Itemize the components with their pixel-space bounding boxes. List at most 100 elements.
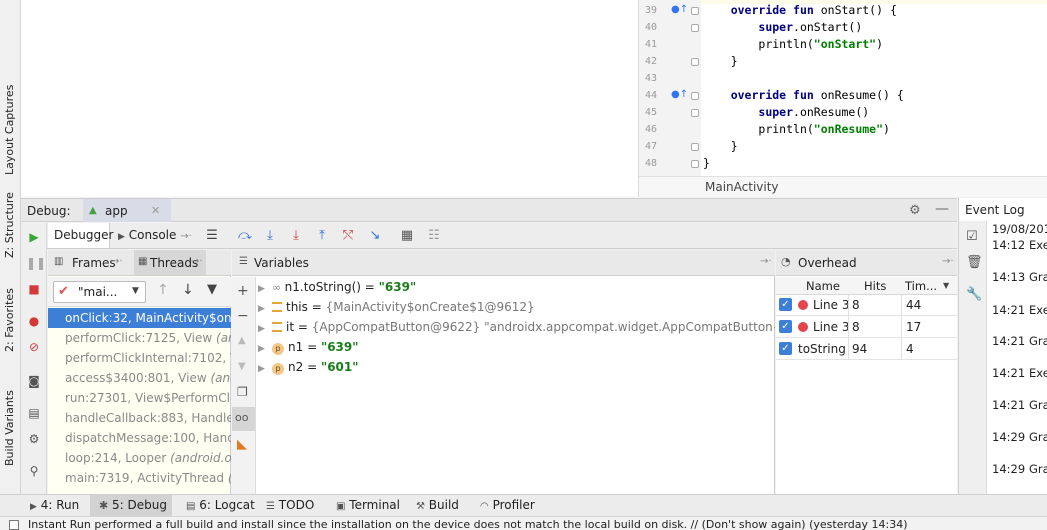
stop-icon[interactable]: ■ [26,281,42,297]
show-watches-toggle[interactable]: oo [232,407,255,431]
stack-frame[interactable]: handleCallback:883, Handler (android.os) [48,408,231,428]
stack-frame[interactable]: performClickInternal:7102, View (android… [48,348,231,368]
expand-icon[interactable]: ▶ [258,324,272,334]
kotlin-icon[interactable]: ◣ [237,437,247,452]
tab-frames[interactable]: Frames [72,256,116,270]
settings-icon[interactable]: ⚙ [26,431,42,447]
add-watch-icon[interactable]: + [237,283,249,299]
tab-logcat[interactable]: ▤ 6: Logcat [186,498,255,512]
event-message[interactable]: Grad [1029,334,1047,348]
chevron-down-icon[interactable]: ▼ [943,281,949,290]
stack-frame[interactable]: access$3400:801, View (android.view) [48,368,231,388]
enabled-checkbox[interactable]: ✓ [779,342,792,355]
gear-icon[interactable]: ⚙ [909,203,921,218]
minimize-icon[interactable]: — [935,201,949,217]
step-over-icon[interactable]: ⤓ [262,228,278,244]
tab-terminal[interactable]: ▣ Terminal [336,498,400,512]
pin-icon[interactable]: →· [180,231,192,242]
stack-frame[interactable]: dispatchMessage:100, Handler (android.os… [48,428,231,448]
event-message[interactable]: Exec [1029,238,1047,252]
overhead-row[interactable]: ✓ toString r 94 4 [776,338,957,360]
move-up-icon[interactable]: ▲ [238,335,246,346]
thread-select[interactable]: ✔ "mai... ▼ [53,281,146,303]
expand-icon[interactable]: ▶ [258,284,272,294]
arrow-up-icon[interactable]: ↑ [157,282,169,298]
show-execution-point-icon[interactable]: ⤼ [237,228,253,244]
arrow-down-icon[interactable]: ↓ [182,282,194,298]
trash-icon[interactable]: 🗑 [966,255,983,270]
remove-watch-icon[interactable]: − [237,308,249,324]
tab-console[interactable]: ▶ Console →· [112,223,198,248]
resume-icon[interactable]: ▶ [26,229,42,245]
tab-profiler[interactable]: ◠ Profiler [480,498,535,512]
expand-icon[interactable]: ▶ [258,364,272,374]
variable-row[interactable]: ▶ it = {AppCompatButton@9622} "androidx.a… [258,318,775,338]
column-name[interactable]: Name [806,279,840,293]
tab-threads[interactable]: ▦ Threads →· [134,250,206,275]
tab-build[interactable]: ⚒ Build [416,498,459,512]
breadcrumb-class[interactable]: MainActivity [705,180,779,194]
fold-marker-icon[interactable] [691,58,699,66]
close-icon[interactable]: ✕ [151,204,160,217]
pin-icon[interactable]: →· [111,256,123,267]
event-message[interactable]: Grad [1029,398,1047,412]
mute-breakpoints-icon[interactable]: ⊘ [26,339,42,355]
overhead-row[interactable]: ✓ Line 31 8 44 [776,294,957,316]
variable-row[interactable]: ▶ p n1 = "639" [258,338,775,358]
event-message[interactable]: Exec [1029,366,1047,380]
evaluate-icon[interactable]: ▦ [399,228,415,244]
event-message[interactable]: Grad [1029,430,1047,444]
event-message[interactable]: Exec [1029,303,1047,317]
stack-frame[interactable]: main:7319, ActivityThread (android.app) [48,468,231,488]
column-time[interactable]: Tim... [905,279,937,293]
stack-frame[interactable]: performClick:7125, View (android.view) [48,328,231,348]
column-hits[interactable]: Hits [864,279,886,293]
fold-marker-icon[interactable] [691,143,699,151]
mark-read-icon[interactable]: ☑ [966,229,978,244]
tab-debugger[interactable]: Debugger [48,223,113,248]
run-to-cursor-icon[interactable]: ↘ [367,228,383,244]
force-step-into-icon[interactable]: ⤓ [288,228,304,244]
filter-icon[interactable]: ▼ [207,282,217,297]
tab-debug[interactable]: ✱ 5: Debug [90,495,172,516]
enabled-checkbox[interactable]: ✓ [779,320,792,333]
view-breakpoints-icon[interactable]: ● [26,313,42,329]
variable-row[interactable]: ▶ p n2 = "601" [258,358,775,378]
camera-icon[interactable]: ◙ [26,373,42,389]
step-out-icon[interactable]: ⤒ [314,228,330,244]
trace-icon[interactable]: ☷ [426,228,442,244]
debug-tab-app[interactable]: ▲ app ✕ [83,199,171,222]
stack-frame[interactable]: loop:214, Looper (android.os) [48,448,231,468]
fold-marker-icon[interactable] [691,7,699,15]
enabled-checkbox[interactable]: ✓ [779,298,792,311]
overhead-row[interactable]: ✓ Line 32 8 17 [776,316,957,338]
fold-marker-icon[interactable] [691,109,699,117]
code-editor[interactable]: 39 ●↑ 40 41 42 43 44 ●↑ 45 46 47 48 override fun on… [638,0,1047,197]
event-message[interactable]: Grad [1029,462,1047,476]
wrench-icon[interactable]: 🔧 [966,287,982,302]
override-marker-icon[interactable]: ●↑ [671,4,688,15]
fold-marker-icon[interactable] [691,92,699,100]
pause-icon[interactable]: ❚❚ [26,255,46,271]
expand-icon[interactable]: ▶ [258,344,272,354]
stack-frame[interactable]: onClick:32, MainActivity$onCreate [48,308,231,328]
pin-tab-icon[interactable]: ⚲ [26,463,42,479]
pin-icon[interactable]: →· [942,256,954,267]
tab-todo[interactable]: ☰ TODO [266,498,314,512]
status-toggle-icon[interactable] [9,520,19,530]
tab-run[interactable]: ▶ 4: Run [30,498,79,512]
fold-marker-icon[interactable] [691,160,699,168]
pin-icon[interactable]: →· [191,256,203,267]
move-down-icon[interactable]: ▼ [238,361,246,372]
fold-marker-icon[interactable] [691,24,699,32]
event-message[interactable]: Grad [1029,270,1047,284]
variable-row[interactable]: ▶ ∞ n1.toString() = "639" [258,278,775,298]
layout-icon[interactable]: ▤ [26,405,42,421]
menu-icon[interactable]: ☰ [204,228,220,244]
copy-icon[interactable]: ❐ [237,385,248,399]
override-marker-icon[interactable]: ●↑ [671,89,688,100]
pin-icon[interactable]: →· [760,256,772,267]
stack-frame[interactable]: run:27301, View$PerformClick (android.vi… [48,388,231,408]
drop-frame-icon[interactable]: ⤲ [340,228,356,244]
variable-row[interactable]: ▶ this = {MainActivity$onCreate$1@9612} [258,298,775,318]
